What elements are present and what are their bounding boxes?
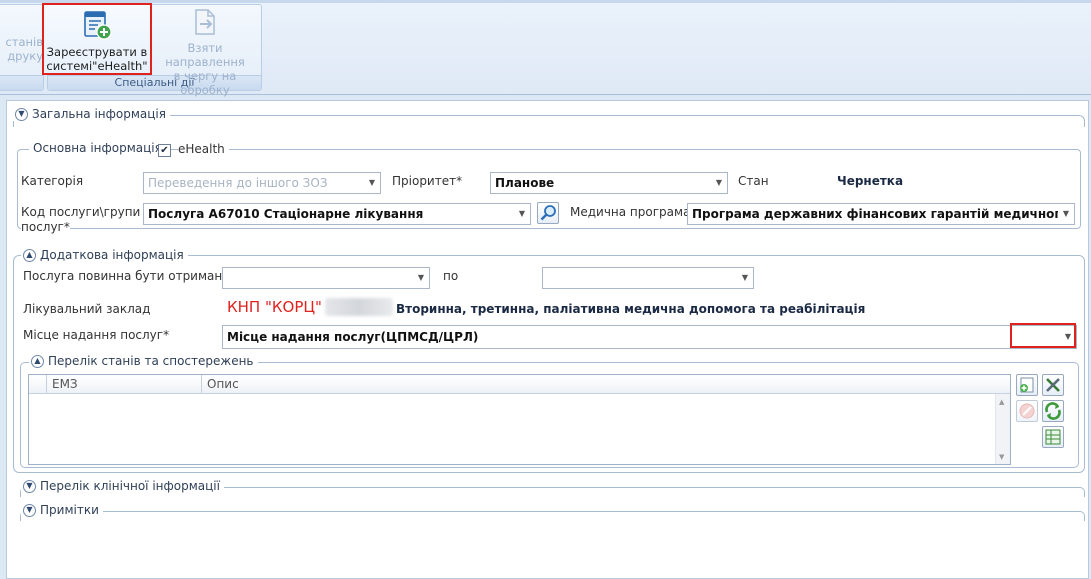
ribbon: станів друку Спеціальні дії Зареєструват… (0, 0, 1091, 97)
scroll-down-icon[interactable]: ▼ (999, 453, 1004, 461)
med-program-select[interactable]: Програма державних фінансових гарантій м… (687, 203, 1075, 225)
chevron-down-icon: ▼ (364, 173, 380, 193)
priority-value: Планове (495, 176, 555, 190)
notes-frame (20, 511, 1085, 521)
med-program-value: Програма державних фінансових гарантій м… (692, 207, 1074, 221)
place-label: Місце надання послуг* (23, 328, 170, 342)
observations-header[interactable]: ▲ Перелік станів та спостережень (29, 354, 258, 368)
register-form-icon (84, 11, 112, 40)
document-arrow-icon (195, 9, 215, 35)
category-label: Категорія (21, 174, 84, 188)
to-label: по (443, 269, 459, 283)
chevron-down-icon: ▼ (737, 268, 753, 288)
general-info-title: Загальна інформація (32, 107, 166, 121)
tools-icon (1046, 378, 1060, 392)
observations-grid[interactable]: ЕМЗ Опис ▲ ▼ (28, 374, 1011, 465)
service-code-label-1: Код послуги\групи (21, 205, 141, 219)
service-code-select[interactable]: Послуга А67010 Стаціонарне лікування ▼ (143, 203, 531, 225)
received-from-date[interactable]: ▼ (222, 267, 430, 289)
clinical-header[interactable]: ▼ Перелік клінічної інформації (21, 479, 224, 493)
facility-label: Лікувальний заклад (23, 302, 151, 316)
ribbon-top-line (0, 0, 1091, 3)
print-states-label-2: друку (7, 49, 43, 63)
print-states-label-1: станів (5, 35, 43, 49)
chevron-down-icon: ▼ (711, 173, 727, 193)
category-value: Переведення до іншого ЗОЗ (148, 176, 328, 190)
service-code-label-2: послуг* (21, 220, 70, 234)
notes-header[interactable]: ▼ Примітки (21, 503, 103, 517)
clinical-title: Перелік клінічної інформації (40, 479, 220, 493)
chevron-down-icon: ▼ (1058, 204, 1074, 224)
register-ehealth-button[interactable]: Зареєструвати в системі"eHealth" (42, 3, 152, 75)
add-record-button[interactable] (1016, 374, 1038, 396)
export-button[interactable] (1042, 426, 1064, 448)
delete-record-button[interactable] (1016, 400, 1038, 422)
add-document-icon (1020, 377, 1034, 393)
queue-referral-button[interactable]: Взяти направлення в чергу на обробку (150, 7, 260, 97)
place-select[interactable]: Місце надання послуг(ЦПМСД/ЦРЛ) ▼ (222, 325, 1077, 349)
grid-col-description[interactable]: Опис (201, 375, 995, 394)
print-states-button[interactable]: станів друку (0, 35, 43, 63)
collapse-chevron-down-icon[interactable]: ▼ (15, 107, 28, 121)
register-ehealth-label-1: Зареєструвати в (46, 45, 148, 59)
main-info-title: Основна інформація (33, 141, 162, 155)
observations-grid-header: ЕМЗ Опис (29, 375, 1010, 394)
received-to-date[interactable]: ▼ (542, 267, 754, 289)
observations-title: Перелік станів та спостережень (48, 354, 254, 368)
refresh-button[interactable] (1042, 400, 1064, 422)
state-label: Стан (738, 174, 769, 188)
redacted-area (325, 298, 393, 316)
ribbon-group-print: станів друку (0, 4, 44, 91)
facility-type: Вторинна, третинна, паліативна медична д… (396, 302, 866, 316)
grid-indicator-col (29, 375, 46, 394)
grid-scrollbar[interactable]: ▲ ▼ (995, 394, 1010, 464)
ribbon-group-caption-left (0, 75, 43, 90)
ehealth-label: eHealth (178, 142, 229, 156)
search-icon (540, 205, 556, 221)
collapse-chevron-down-icon[interactable]: ▼ (23, 479, 36, 493)
priority-select[interactable]: Планове ▼ (490, 172, 728, 194)
queue-referral-label-2: в чергу на обробку (173, 69, 237, 97)
notes-title: Примітки (40, 503, 99, 517)
refresh-icon (1045, 402, 1061, 420)
facility-name: КНП "КОРЦ" (227, 298, 322, 316)
chevron-down-icon: ▼ (514, 204, 530, 224)
collapse-chevron-down-icon[interactable]: ▼ (23, 503, 36, 517)
register-ehealth-label-2: системі"eHealth" (46, 59, 148, 73)
grid-col-emz[interactable]: ЕМЗ (46, 375, 201, 394)
search-service-button[interactable] (537, 202, 559, 224)
queue-referral-label-1: Взяти направлення (165, 41, 245, 69)
med-program-label: Медична програма (570, 205, 691, 219)
spreadsheet-icon (1045, 429, 1061, 445)
service-code-value: Послуга А67010 Стаціонарне лікування (148, 207, 424, 221)
category-select[interactable]: Переведення до іншого ЗОЗ ▼ (143, 172, 381, 194)
additional-info-header[interactable]: ▲ Додаткова інформація (21, 248, 188, 262)
collapse-chevron-up-icon[interactable]: ▲ (23, 248, 36, 262)
edit-record-button[interactable] (1042, 374, 1064, 396)
general-info-frame (13, 115, 1085, 127)
additional-info-title: Додаткова інформація (40, 248, 184, 262)
priority-label: Пріоритет* (392, 174, 463, 188)
content-panel: ▼ Загальна інформація Основна інформація… (6, 100, 1089, 579)
place-dropdown-highlight (1010, 323, 1076, 348)
chevron-down-icon: ▼ (413, 268, 429, 288)
main-info-header: Основна інформація (29, 141, 166, 155)
scroll-up-icon[interactable]: ▲ (999, 398, 1004, 406)
delete-icon (1019, 403, 1035, 419)
received-from-label: Послуга повинна бути отримана з (23, 269, 240, 283)
ehealth-checkbox[interactable]: ✔ (158, 144, 171, 157)
place-value: Місце надання послуг(ЦПМСД/ЦРЛ) (227, 330, 479, 344)
collapse-chevron-up-icon[interactable]: ▲ (31, 354, 44, 368)
state-value: Чернетка (837, 174, 904, 188)
general-info-header[interactable]: ▼ Загальна інформація (13, 107, 170, 121)
